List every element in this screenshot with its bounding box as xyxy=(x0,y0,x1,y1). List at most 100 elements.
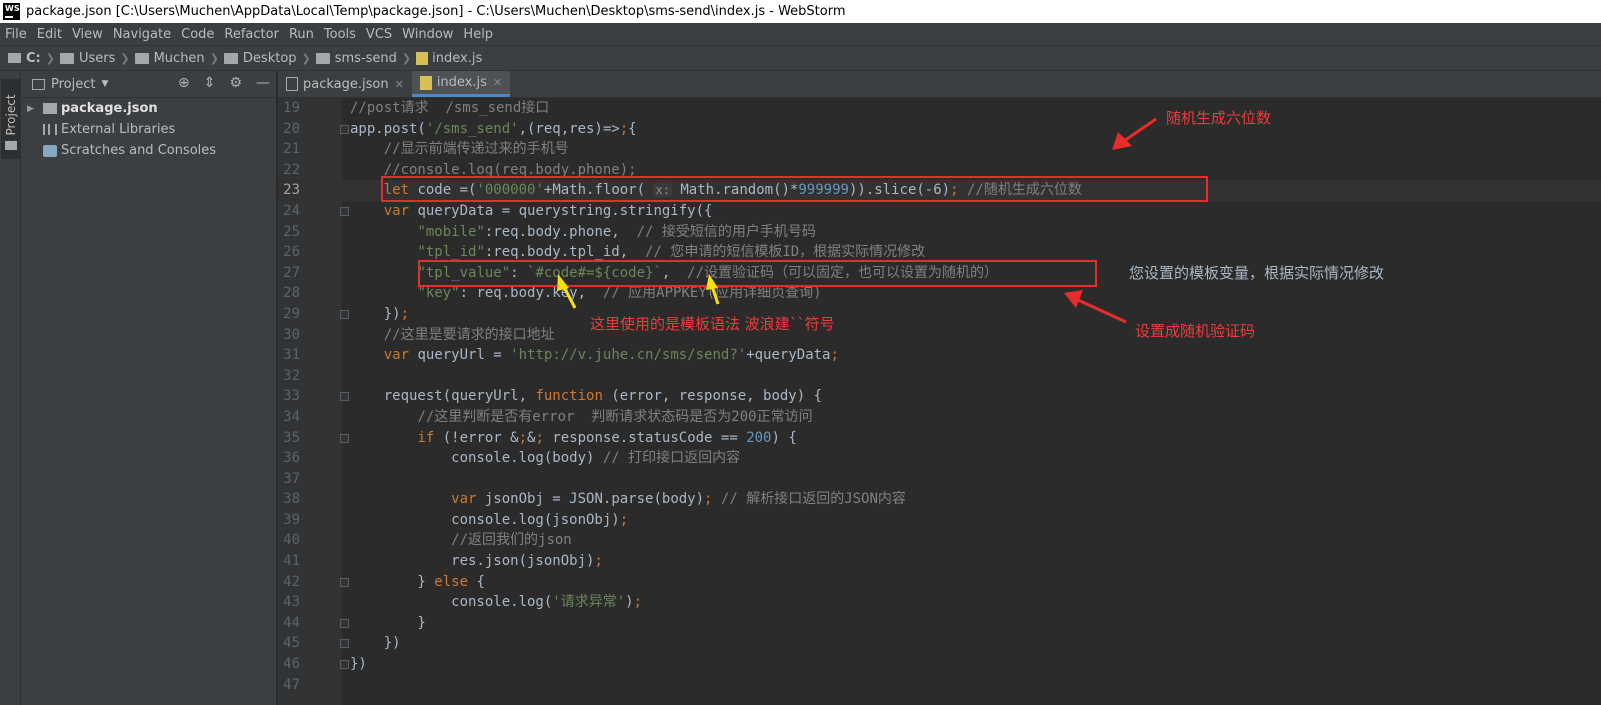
gear-icon[interactable]: ⚙ xyxy=(229,75,242,91)
chevron-right-icon: ❯ xyxy=(45,51,55,65)
code-text: }); xyxy=(350,305,410,322)
code-line[interactable]: 40 //返回我们的json xyxy=(278,530,1601,551)
project-tool-tab[interactable]: 1: Project xyxy=(1,79,20,159)
fold-marker-icon[interactable] xyxy=(340,124,349,134)
locate-icon[interactable]: ⊕ xyxy=(178,75,190,91)
breadcrumb-desktop[interactable]: Desktop ❯ xyxy=(223,51,316,66)
js-file-icon xyxy=(419,75,432,90)
code-line[interactable]: 19 //post请求 /sms_send接口 xyxy=(278,98,1601,119)
breadcrumb-muchen[interactable]: Muchen ❯ xyxy=(134,51,224,66)
code-line[interactable]: 44 } xyxy=(278,613,1601,634)
breadcrumb-label: C: xyxy=(26,50,41,66)
line-number: 34 xyxy=(283,408,300,425)
code-text: app.post('/sms_send',(req,res)=>;{ xyxy=(350,120,637,137)
line-number: 41 xyxy=(283,553,300,570)
code-line[interactable]: 45 }) xyxy=(278,633,1601,654)
line-number: 24 xyxy=(283,202,300,219)
chevron-right-icon: ❯ xyxy=(209,51,219,65)
menu-refactor[interactable]: Refactor xyxy=(224,27,279,42)
json-file-icon xyxy=(286,77,298,91)
editor-tabs: package.json ✕ index.js ✕ xyxy=(278,71,1601,98)
menu-window[interactable]: Window xyxy=(402,27,453,42)
project-tree: ▶ package.json External Libraries Scratc… xyxy=(21,98,276,161)
code-line[interactable]: 31 var queryUrl = 'http://v.juhe.cn/sms/… xyxy=(278,345,1601,366)
code-line[interactable]: 30 //这里是要请求的接口地址 xyxy=(278,325,1601,346)
code-line[interactable]: 24 var queryData = querystring.stringify… xyxy=(278,201,1601,222)
menu-run[interactable]: Run xyxy=(289,27,314,42)
breadcrumb-sms-send[interactable]: sms-send ❯ xyxy=(315,51,416,66)
code-line[interactable]: 29 }); xyxy=(278,304,1601,325)
tree-item-label: package.json xyxy=(61,101,158,116)
drive-icon xyxy=(8,53,21,63)
code-line[interactable]: 20 app.post('/sms_send',(req,res)=>;{ xyxy=(278,119,1601,140)
code-line[interactable]: 34 //这里判断是否有error 判断请求状态码是否为200正常访问 xyxy=(278,407,1601,428)
tree-item-label: Scratches and Consoles xyxy=(61,143,217,158)
code-line[interactable]: 47 xyxy=(278,675,1601,696)
breadcrumb-users[interactable]: Users ❯ xyxy=(59,50,135,66)
folder-icon xyxy=(59,52,74,64)
breadcrumb-index-js[interactable]: index.js xyxy=(416,51,482,66)
menu-code[interactable]: Code xyxy=(181,27,214,42)
code-line[interactable]: 33 request(queryUrl, function (error, re… xyxy=(278,386,1601,407)
tree-item-label: External Libraries xyxy=(61,122,176,137)
minimize-icon[interactable]: — xyxy=(256,75,270,91)
expand-arrow-icon[interactable]: ▶ xyxy=(27,104,39,114)
tree-item-scratches[interactable]: Scratches and Consoles xyxy=(21,140,276,161)
code-line[interactable]: 41 res.json(jsonObj); xyxy=(278,551,1601,572)
breadcrumb-drive[interactable]: C: ❯ xyxy=(8,51,60,66)
menu-file[interactable]: File xyxy=(5,27,27,42)
menu-tools[interactable]: Tools xyxy=(324,27,356,42)
code-line[interactable]: 37 xyxy=(278,469,1601,490)
fold-marker-icon[interactable] xyxy=(340,577,349,587)
line-number: 33 xyxy=(283,388,300,405)
code-line[interactable]: 25 "mobile":req.body.phone, // 接受短信的用户手机… xyxy=(278,222,1601,243)
tree-item-external-libraries[interactable]: External Libraries xyxy=(21,119,276,140)
code-line[interactable]: 43 console.log('请求异常'); xyxy=(278,592,1601,613)
breadcrumb-label: Users xyxy=(78,50,116,66)
code-line[interactable]: 36 console.log(body) // 打印接口返回内容 xyxy=(278,448,1601,469)
code-line[interactable]: 21 //显示前端传递过来的手机号 xyxy=(278,139,1601,160)
code-text: } else { xyxy=(350,573,485,590)
menu-view[interactable]: View xyxy=(72,27,103,42)
line-number: 27 xyxy=(283,264,300,281)
chevron-right-icon: ❯ xyxy=(120,51,130,65)
code-line[interactable]: 35 if (!error &;&; response.statusCode =… xyxy=(278,428,1601,449)
collapse-all-icon[interactable]: ⇕ xyxy=(204,75,216,91)
line-number: 44 xyxy=(283,614,300,631)
line-number: 23 xyxy=(283,182,300,199)
code-line[interactable]: 39 console.log(jsonObj); xyxy=(278,510,1601,531)
code-text: //post请求 /sms_send接口 xyxy=(350,100,550,116)
menu-navigate[interactable]: Navigate xyxy=(113,27,171,42)
highlight-box-line-27 xyxy=(418,260,1097,287)
chevron-down-icon[interactable]: ▼ xyxy=(101,79,108,89)
code-text: }) xyxy=(350,635,401,652)
close-icon[interactable]: ✕ xyxy=(493,76,502,89)
line-number: 21 xyxy=(283,141,300,158)
annotation-template-syntax: 这里使用的是模板语法 波浪建``符号 xyxy=(590,315,835,333)
code-line[interactable]: 38 var jsonObj = JSON.parse(body); // 解析… xyxy=(278,489,1601,510)
fold-marker-icon[interactable] xyxy=(340,639,349,649)
menu-vcs[interactable]: VCS xyxy=(366,27,392,42)
fold-marker-icon[interactable] xyxy=(340,660,349,670)
fold-marker-icon[interactable] xyxy=(340,309,349,319)
code-line[interactable]: 32 xyxy=(278,366,1601,387)
window-title: package.json [C:\Users\Muchen\AppData\Lo… xyxy=(26,4,846,19)
code-line[interactable]: 42 } else { xyxy=(278,572,1601,593)
fold-marker-icon[interactable] xyxy=(340,433,349,443)
tree-item-package-json[interactable]: ▶ package.json xyxy=(21,98,276,119)
project-view-selector[interactable]: Project xyxy=(51,77,95,92)
fold-marker-icon[interactable] xyxy=(340,392,349,402)
code-text: request(queryUrl, function (error, respo… xyxy=(350,388,823,405)
tab-package-json[interactable]: package.json ✕ xyxy=(278,71,412,97)
menu-edit[interactable]: Edit xyxy=(37,27,62,42)
annotation-set-random-code: 设置成随机验证码 xyxy=(1135,322,1256,340)
line-number: 36 xyxy=(283,450,300,467)
code-text: //返回我们的json xyxy=(451,532,572,549)
tab-index-js[interactable]: index.js ✕ xyxy=(411,71,511,97)
fold-marker-icon[interactable] xyxy=(340,618,349,628)
menu-help[interactable]: Help xyxy=(463,27,493,42)
code-line[interactable]: 46}) xyxy=(278,654,1601,675)
close-icon[interactable]: ✕ xyxy=(395,78,404,91)
fold-marker-icon[interactable] xyxy=(340,206,349,216)
line-number: 31 xyxy=(283,347,300,364)
